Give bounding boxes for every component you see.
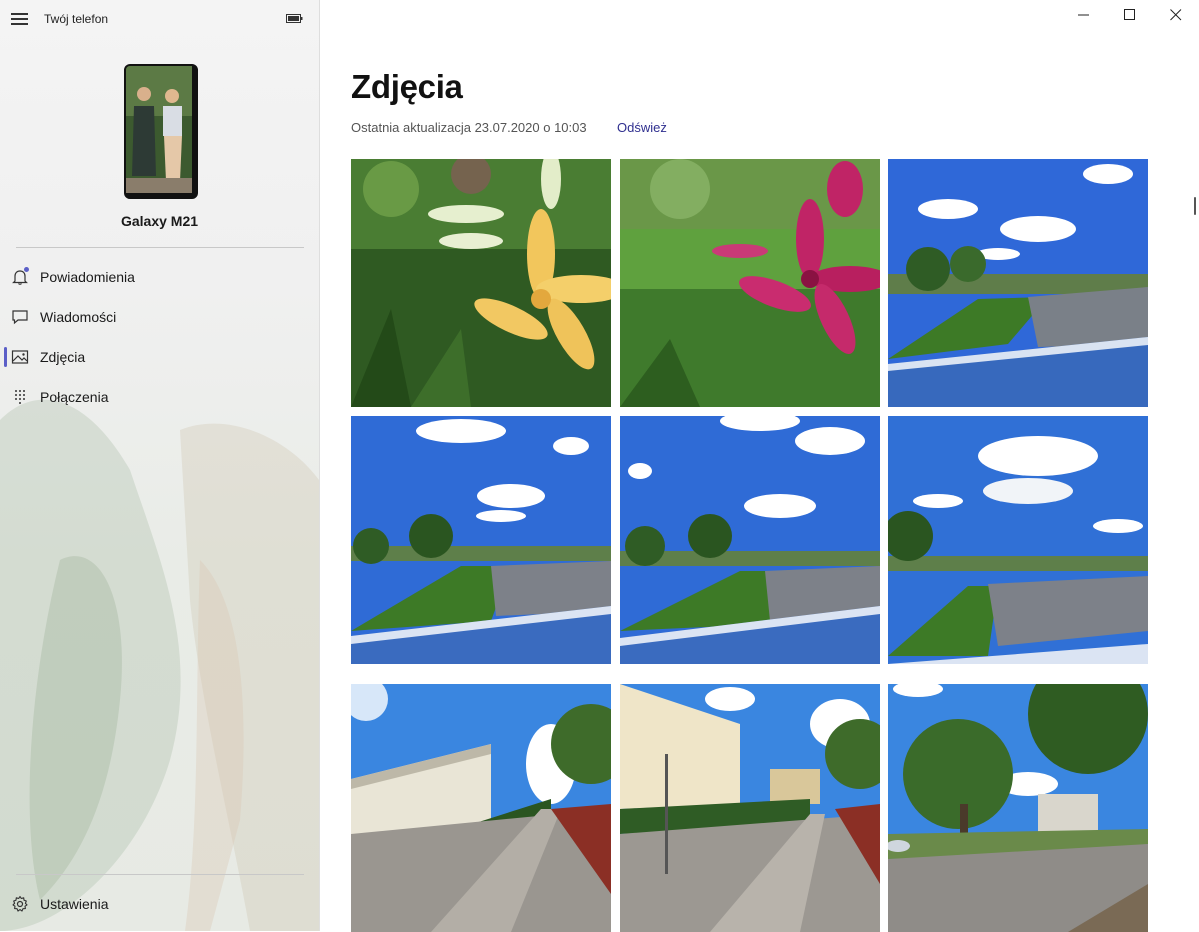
photo-thumbnail[interactable] [351,416,611,664]
sidebar-item-notifications[interactable]: Powiadomienia [0,257,319,297]
sidebar-nav: Powiadomienia Wiadomości Zdjęcia Połącze… [0,257,319,417]
refresh-link[interactable]: Odśwież [617,120,667,135]
sidebar-item-messages[interactable]: Wiadomości [0,297,319,337]
page-title: Zdjęcia [351,68,463,105]
selection-indicator [4,347,7,367]
photos-icon [11,350,29,364]
photo-thumbnail[interactable] [888,159,1148,407]
hamburger-menu-button[interactable] [11,13,28,25]
photo-street-building [351,684,611,932]
photo-thumbnail[interactable] [888,684,1148,932]
wallpaper-image [126,66,192,193]
maximize-button[interactable] [1107,0,1153,30]
sidebar: Twój telefon Galaxy M21 Powiadomienia Wi… [0,0,320,931]
sidebar-item-label: Powiadomienia [40,269,135,285]
photo-street-tree [888,684,1148,932]
minimize-button[interactable] [1061,0,1107,30]
minimize-icon [1078,14,1089,16]
message-icon [12,310,28,325]
photo-river-panorama [888,159,1148,407]
dialpad-icon [15,390,25,404]
sidebar-item-settings[interactable]: Ustawienia [0,884,319,924]
photo-river-panorama [888,416,1148,664]
photo-thumbnail[interactable] [888,416,1148,664]
photo-thumbnail[interactable] [620,416,880,664]
photo-thumbnail[interactable] [620,159,880,407]
sidebar-item-label: Zdjęcia [40,349,86,365]
gear-icon [12,895,28,912]
photo-thumbnail[interactable] [351,684,611,932]
settings-label: Ustawienia [40,896,109,912]
sidebar-item-label: Wiadomości [40,309,117,325]
photo-yellow-lily [351,159,611,407]
phone-wallpaper-preview[interactable] [124,64,198,199]
maximize-icon [1124,9,1135,20]
sidebar-item-label: Połączenia [40,389,109,405]
close-button[interactable] [1153,0,1199,30]
close-icon [1170,9,1182,21]
last-update-text: Ostatnia aktualizacja 23.07.2020 o 10:03 [351,120,587,135]
sidebar-item-photos[interactable]: Zdjęcia [0,337,319,377]
notification-badge [24,267,29,272]
sidebar-divider [16,247,304,248]
photo-river-panorama [351,416,611,664]
photo-thumbnail[interactable] [351,159,611,407]
photo-river-panorama [620,416,880,664]
sidebar-divider-bottom [16,874,304,875]
battery-icon [286,14,303,23]
sidebar-item-calls[interactable]: Połączenia [0,377,319,417]
device-name: Galaxy M21 [120,213,199,229]
app-title: Twój telefon [44,12,109,26]
photo-pink-lily [620,159,880,407]
photo-thumbnail[interactable] [620,684,880,932]
scrollbar-thumb[interactable] [1194,197,1196,215]
photo-street-building [620,684,880,932]
